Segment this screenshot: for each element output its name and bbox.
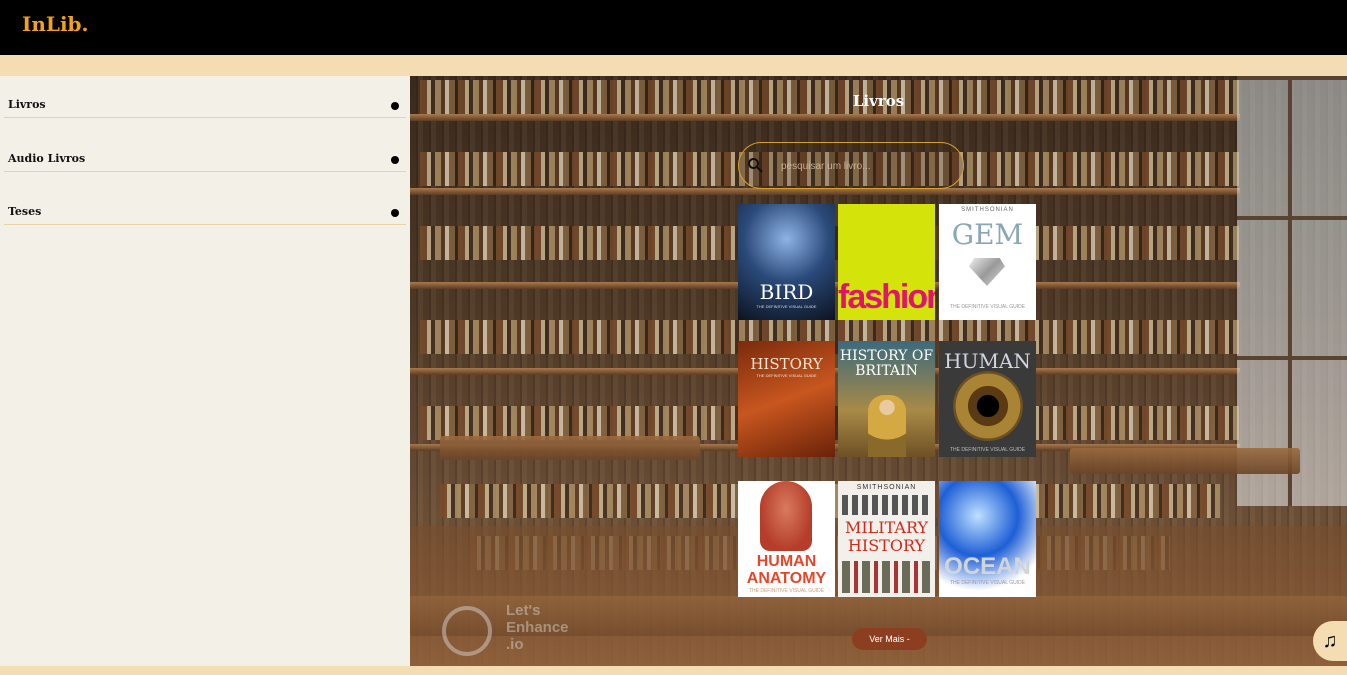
book-cover-human-anatomy[interactable]: HUMAN ANATOMY THE DEFINITIVE VISUAL GUID…	[738, 481, 835, 597]
dot-icon	[391, 102, 399, 110]
sidebar: Livros Audio Livros Teses	[0, 76, 410, 666]
music-note-icon[interactable]: ♫	[1313, 621, 1347, 661]
sidebar-item-livros[interactable]: Livros	[4, 76, 406, 118]
ver-mais-button[interactable]: Ver Mais -	[852, 628, 927, 650]
book-cover-bird[interactable]: BIRD THE DEFINITIVE VISUAL GUIDE	[738, 204, 835, 320]
book-cover-human[interactable]: HUMAN THE DEFINITIVE VISUAL GUIDE	[939, 341, 1036, 457]
dot-icon	[391, 156, 399, 164]
book-cover-gem[interactable]: SMITHSONIAN GEM THE DEFINITIVE VISUAL GU…	[939, 204, 1036, 320]
sidebar-item-audio-livros[interactable]: Audio Livros	[4, 130, 406, 172]
app-logo[interactable]: InLib.	[22, 12, 89, 36]
top-header: InLib.	[0, 0, 1347, 55]
sidebar-item-label: Teses	[8, 205, 42, 218]
search-box[interactable]	[738, 142, 964, 189]
book-cover-history[interactable]: HISTORY THE DEFINITIVE VISUAL GUIDE	[738, 341, 835, 457]
main-content: Livros BIRD THE DEFINITIVE VISUAL GUIDE …	[410, 76, 1347, 666]
bottom-strip	[0, 666, 1347, 675]
book-cover-ocean[interactable]: OCEAN THE DEFINITIVE VISUAL GUIDE	[939, 481, 1036, 597]
sidebar-item-label: Audio Livros	[8, 152, 86, 165]
window	[1237, 76, 1347, 506]
sidebar-item-label: Livros	[8, 98, 46, 111]
dot-icon	[391, 209, 399, 217]
search-input[interactable]	[781, 155, 951, 177]
search-icon	[748, 158, 763, 173]
book-cover-history-of-britain[interactable]: HISTORY OF BRITAIN	[838, 341, 935, 457]
page-title: Livros	[852, 92, 905, 110]
book-cover-military-history[interactable]: SMITHSONIAN MILITARY HISTORY	[838, 481, 935, 597]
book-cover-fashion[interactable]: fashion	[838, 204, 935, 320]
watermark-logo: Let's Enhance .io	[442, 602, 592, 662]
sidebar-item-teses[interactable]: Teses	[4, 183, 406, 225]
